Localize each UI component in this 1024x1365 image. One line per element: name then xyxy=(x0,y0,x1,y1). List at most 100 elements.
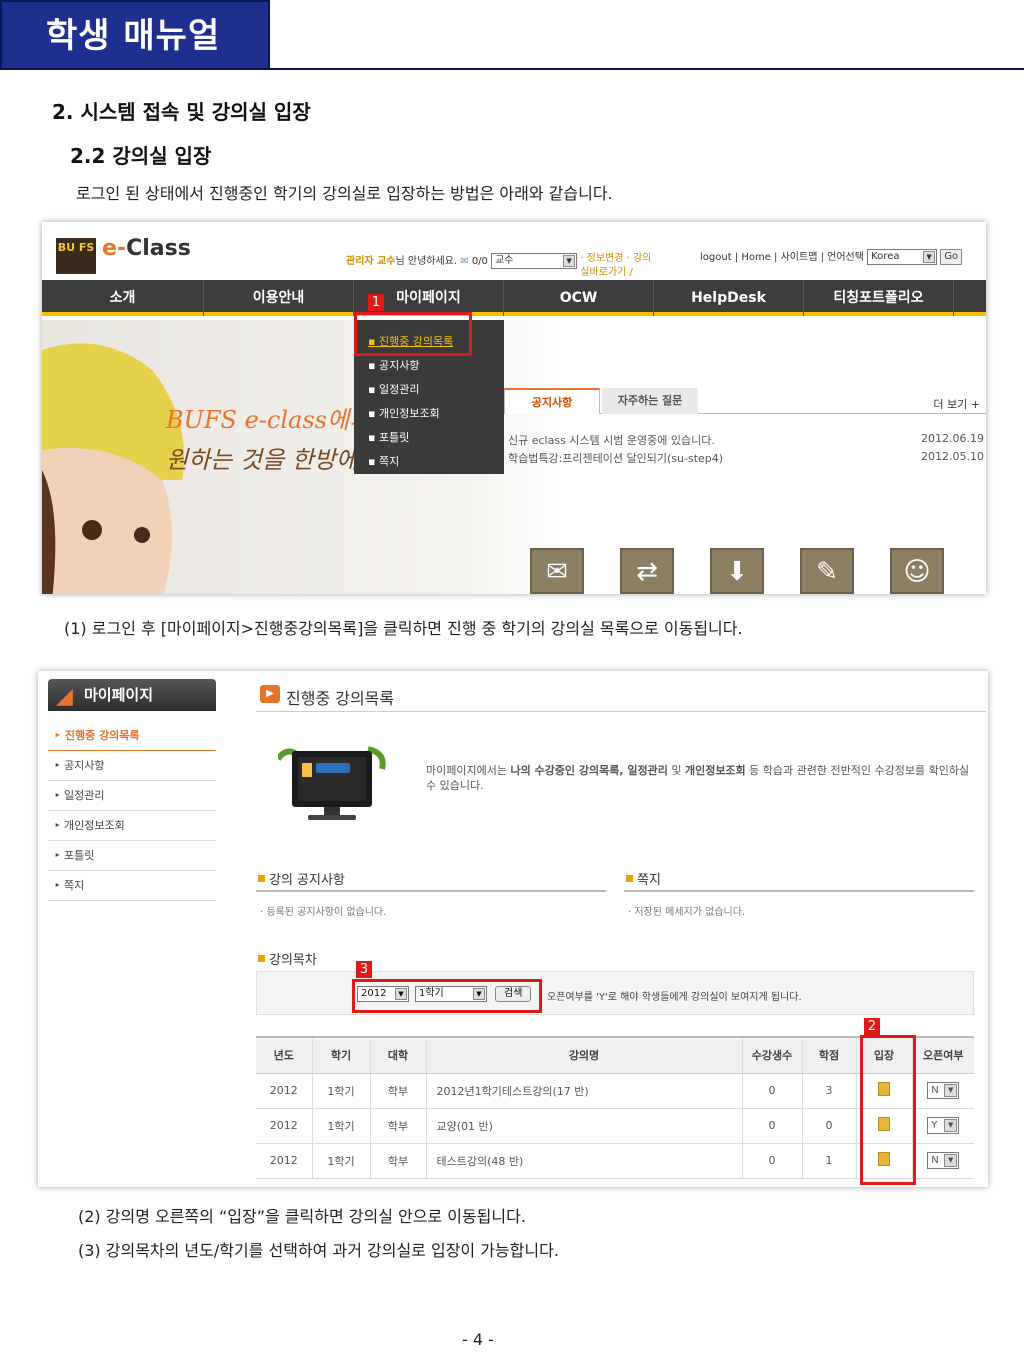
chevron-down-icon: ▼ xyxy=(944,1154,958,1167)
nav-ocw[interactable]: OCW xyxy=(504,280,654,316)
message-count[interactable]: 0/0 xyxy=(472,256,488,267)
notice-row[interactable]: 신규 eclass 시스템 시범 운영중에 있습니다. 2012.06.19 xyxy=(508,432,986,448)
cell-college: 학부 xyxy=(369,1143,426,1179)
cell-term: 1학기 xyxy=(311,1108,370,1144)
nav-teaching-portfolio[interactable]: 티칭포트폴리오 xyxy=(804,280,954,316)
screenshot-eclass-home: BU FS e-Class 관리자 교수님 안녕하세요. ✉ 0/0 교수 ▼ ·… xyxy=(42,222,986,594)
cell-college: 학부 xyxy=(369,1073,426,1109)
header-tab-shape xyxy=(268,0,1024,70)
cell-credit: 1 xyxy=(801,1143,856,1179)
user-card-icon[interactable]: ☺ xyxy=(890,548,944,594)
banner-text-line2: 원하는 것을 한방에 xyxy=(166,446,358,474)
cell-students: 0 xyxy=(741,1073,802,1109)
col-students: 수강생수 xyxy=(741,1036,802,1074)
bufs-logo: BU FS xyxy=(56,238,96,274)
col-college: 대학 xyxy=(369,1036,426,1074)
tab-notices[interactable]: 공지사항 xyxy=(504,388,600,414)
mail-icon[interactable]: ✉ xyxy=(460,256,468,267)
divider xyxy=(256,711,986,712)
cell-term: 1학기 xyxy=(311,1073,370,1109)
cell-term: 1학기 xyxy=(311,1143,370,1179)
highlight-box-2 xyxy=(860,1035,916,1185)
cell-course-name: 테스트강의(48 반) xyxy=(425,1143,742,1179)
col-open: 오픈여부 xyxy=(911,1036,974,1074)
cell-credit: 0 xyxy=(801,1108,856,1144)
mail-icon[interactable]: ✉ xyxy=(530,548,584,594)
dropdown-notices[interactable]: ▪ 공지사항 xyxy=(368,354,504,378)
dropdown-portlet[interactable]: ▪ 포틀릿 xyxy=(368,426,504,450)
chevron-down-icon: ▼ xyxy=(944,1119,958,1132)
step-badge-3: 3 xyxy=(356,961,372,978)
open-select[interactable]: N ▼ xyxy=(927,1152,960,1169)
role-select[interactable]: 교수 ▼ xyxy=(491,253,578,269)
top-links: logout | Home | 사이트맵 | 언어선택 Korea ▼ Go xyxy=(700,248,963,265)
sidebar-item-schedule[interactable]: ‣ 일정관리 xyxy=(48,781,216,811)
tab-faq[interactable]: 자주하는 질문 xyxy=(602,388,698,414)
cell-students: 0 xyxy=(741,1143,802,1179)
highlight-box-1 xyxy=(354,312,472,356)
dropdown-memo[interactable]: ▪ 쪽지 xyxy=(368,450,504,474)
caption-1: (1) 로그인 후 [마이페이지>진행중강의목록]을 클릭하면 진행 중 학기의… xyxy=(64,619,743,638)
nav-guide[interactable]: 이용안내 xyxy=(204,280,354,316)
course-notice-title: 강의 공지사항 xyxy=(258,869,345,888)
cell-year: 2012 xyxy=(256,1073,312,1109)
cell-students: 0 xyxy=(741,1108,802,1144)
chevron-down-icon: ▼ xyxy=(563,255,576,267)
notice-tabs: 공지사항 자주하는 질문 더 보기 + xyxy=(504,386,986,414)
top-links-text[interactable]: logout | Home | 사이트맵 | 언어선택 xyxy=(700,252,864,263)
col-term: 학기 xyxy=(311,1036,370,1074)
cell-course-name: 교양(01 반) xyxy=(425,1108,742,1144)
divider xyxy=(256,890,606,892)
more-link[interactable]: 더 보기 + xyxy=(933,396,980,412)
eclass-logo: e-Class xyxy=(102,236,191,261)
catalog-title: 강의목차 xyxy=(258,949,317,968)
sidebar-item-ongoing-courses[interactable]: ‣ 진행중 강의목록 xyxy=(48,721,216,751)
info-links[interactable]: · 정보변경 · 강의실바로가기 / xyxy=(580,252,660,280)
step-badge-2: 2 xyxy=(864,1018,880,1035)
sidebar-item-portlet[interactable]: ‣ 포틀릿 xyxy=(48,841,216,871)
page-title: ▶ 진행중 강의목록 xyxy=(260,685,394,709)
nav-helpdesk[interactable]: HelpDesk xyxy=(654,280,804,316)
section-subheading: 2.2 강의실 입장 xyxy=(70,144,212,168)
cell-year: 2012 xyxy=(256,1143,312,1179)
dropdown-schedule[interactable]: ▪ 일정관리 xyxy=(368,378,504,402)
divider xyxy=(624,890,974,892)
caption-2: (2) 강의명 오른쪽의 “입장”을 클릭하면 강의실 안으로 이동됩니다. xyxy=(78,1207,526,1226)
nav-intro[interactable]: 소개 xyxy=(42,280,204,316)
cell-year: 2012 xyxy=(256,1108,312,1144)
section-heading: 2. 시스템 접속 및 강의실 입장 xyxy=(52,100,311,124)
chevron-down-icon: ▼ xyxy=(923,251,936,263)
cell-open: N ▼ xyxy=(911,1143,974,1179)
cell-course-name: 2012년1학기테스트강의(17 반) xyxy=(425,1073,742,1109)
go-button[interactable]: Go xyxy=(940,249,963,265)
cell-open: N ▼ xyxy=(911,1073,974,1109)
dropdown-personal-info[interactable]: ▪ 개인정보조회 xyxy=(368,402,504,426)
open-select[interactable]: N ▼ xyxy=(927,1082,960,1099)
cell-college: 학부 xyxy=(369,1108,426,1144)
highlight-box-3 xyxy=(352,979,542,1013)
save-icon[interactable]: ⬇ xyxy=(710,548,764,594)
step-badge-1: 1 xyxy=(368,294,384,311)
transfer-icon[interactable]: ⇄ xyxy=(620,548,674,594)
caption-3: (3) 강의목차의 년도/학기를 선택하여 과거 강의실로 입장이 가능합니다. xyxy=(78,1241,559,1260)
memo-title: 쪽지 xyxy=(626,869,661,888)
notice-row[interactable]: 학습법특강:프리젠테이션 달인되기(su-step4) 2012.05.10 xyxy=(508,450,986,466)
sidebar-item-notices[interactable]: ‣ 공지사항 xyxy=(48,751,216,781)
sidebar-item-personal-info[interactable]: ‣ 개인정보조회 xyxy=(48,811,216,841)
checklist-icon[interactable]: ✎ xyxy=(800,548,854,594)
sidebar-title: ◢ 마이페이지 xyxy=(48,679,216,711)
col-course-name: 강의명 xyxy=(425,1036,742,1074)
arrow-right-icon: ▶ xyxy=(260,685,280,703)
memo-empty: · 저장된 메세지가 없습니다. xyxy=(628,907,746,918)
page-number: - 4 - xyxy=(462,1330,494,1349)
language-select[interactable]: Korea ▼ xyxy=(867,249,938,265)
user-info: 관리자 교수님 안녕하세요. ✉ 0/0 교수 ▼ · 정보변경 · 강의실바로가… xyxy=(346,252,660,280)
open-select[interactable]: Y ▼ xyxy=(927,1117,960,1134)
manual-title: 학생 매뉴얼 xyxy=(46,16,221,56)
cell-credit: 3 xyxy=(801,1073,856,1109)
monitor-illustration xyxy=(278,746,386,820)
col-credit: 학점 xyxy=(801,1036,856,1074)
mypage-chevron-icon: ◢ xyxy=(56,684,73,709)
catalog-note: 오픈여부를 'Y'로 해야 학생들에게 강의실이 보여지게 됩니다. xyxy=(547,992,802,1003)
sidebar-item-memo[interactable]: ‣ 쪽지 xyxy=(48,871,216,901)
